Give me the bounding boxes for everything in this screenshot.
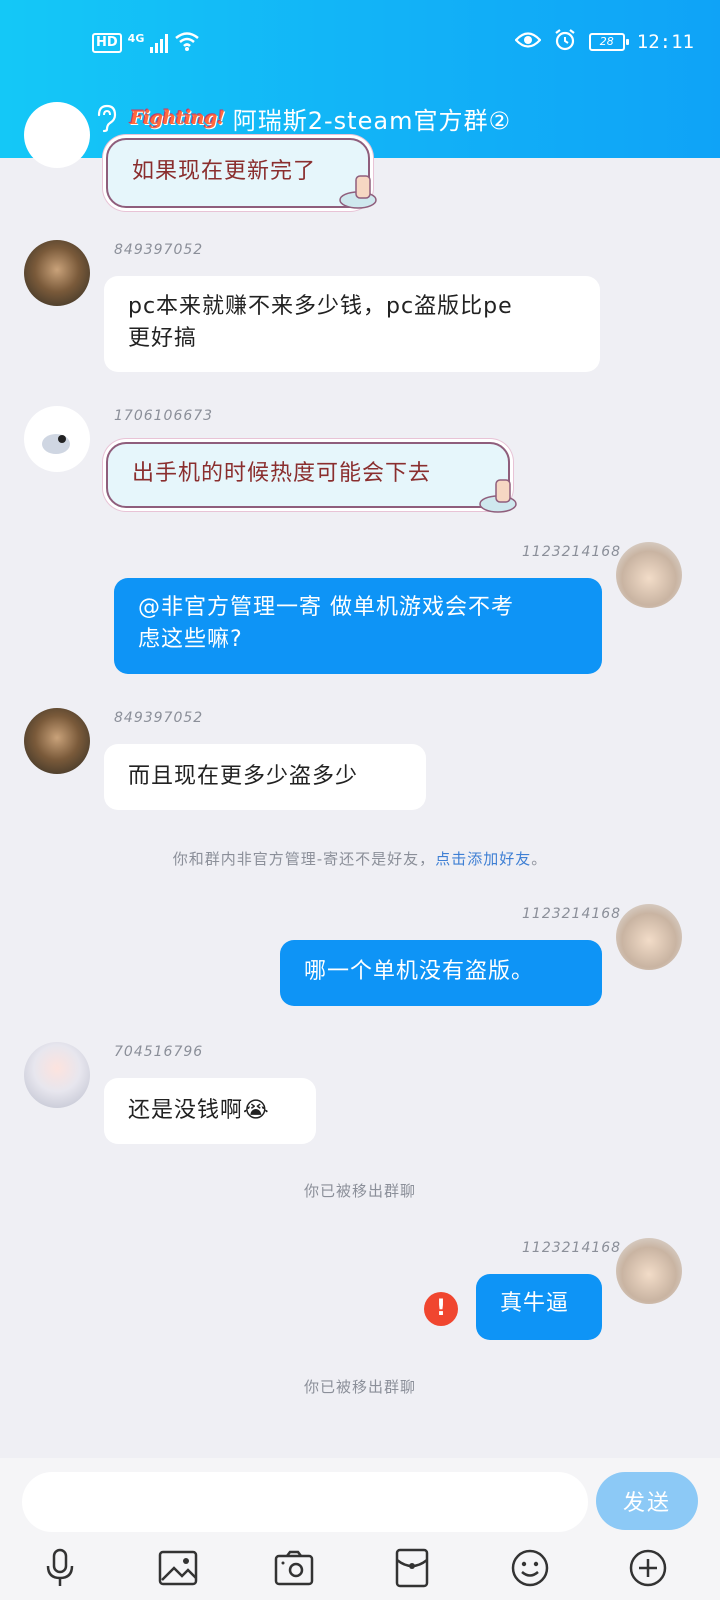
avatar[interactable] [24,102,90,168]
eye-icon [514,31,542,53]
microphone-icon[interactable] [38,1546,82,1590]
avatar-image [42,434,70,454]
system-notice: 你已被移出群聊 [303,1378,416,1396]
message-text: @非官方管理一寄 做单机游戏会不考 [138,595,514,620]
message-bubble[interactable]: 出手机的时候热度可能会下去 [106,442,510,508]
camera-icon[interactable] [272,1546,316,1590]
avatar[interactable] [24,406,90,472]
input-toolbar [0,1544,720,1600]
system-notice: 你和群内非官方管理-寄还不是好友，点击添加好友。 [0,848,720,869]
avatar[interactable] [616,904,682,970]
status-left: HD 4G [92,30,200,56]
sender-id: 704516796 [114,1044,204,1060]
message-bubble[interactable]: @非官方管理一寄 做单机游戏会不考 虑这些嘛? [114,578,602,674]
message-text: 而且现在更多少盗多少 [128,764,359,789]
avatar[interactable] [616,1238,682,1304]
sender-id: 1706106673 [114,408,214,424]
system-text: 你和群内非官方管理-寄还不是好友， [172,850,436,868]
avatar[interactable] [24,1042,90,1108]
sender-id: 849397052 [114,242,204,258]
battery-icon: 28 [588,33,629,51]
avatar[interactable] [24,240,90,306]
cup-decoration-icon [336,172,380,216]
message-text: 更好搞 [128,326,198,351]
message-input[interactable] [22,1472,588,1532]
message-text: pc本来就赚不来多少钱，pc盗版比pe [128,294,513,319]
group-name: 阿瑞斯2-steam官方群② [232,106,511,135]
system-suffix: 。 [531,850,548,868]
input-area: 发送 [0,1458,720,1600]
chat-header: HD 4G 28 12:11 Fighting! 阿瑞斯2-steam官方群② [0,0,720,158]
avatar[interactable] [24,708,90,774]
image-icon[interactable] [156,1546,200,1590]
sender-id: 849397052 [114,710,204,726]
status-bar: HD 4G 28 12:11 [0,0,720,88]
wifi-icon [174,30,200,56]
group-brand-badge: Fighting! [130,107,225,129]
system-notice: 你已被移出群聊 [303,1182,416,1200]
message-bubble[interactable]: 还是没钱啊😭 [104,1078,316,1144]
cup-decoration-icon [476,476,520,520]
message-bubble[interactable]: 而且现在更多少盗多少 [104,744,426,810]
message-text: 出手机的时候热度可能会下去 [132,461,432,486]
network-type: 4G [127,31,145,45]
sender-id: 1123214168 [522,1240,622,1256]
message-list[interactable]: 如果现在更新完了 849397052 pc本来就赚不来多少钱，pc盗版比pe 更… [0,102,720,1458]
message-text: 如果现在更新完了 [132,159,317,184]
emoji-icon[interactable] [508,1546,552,1590]
status-right: 28 12:11 [514,28,694,56]
sender-id: 1123214168 [522,544,622,560]
clock: 12:11 [636,31,694,53]
message-bubble[interactable]: 如果现在更新完了 [106,138,370,208]
avatar[interactable] [616,542,682,608]
ear-icon [94,103,122,133]
message-text: 真牛逼 [500,1291,570,1316]
hd-badge: HD [92,33,122,53]
message-bubble[interactable]: pc本来就赚不来多少钱，pc盗版比pe 更好搞 [104,276,600,372]
add-friend-link[interactable]: 点击添加好友 [435,850,531,868]
red-packet-icon[interactable] [390,1546,434,1590]
alarm-icon [553,28,577,56]
send-button[interactable]: 发送 [596,1472,698,1530]
send-failed-icon[interactable]: ! [424,1292,458,1326]
message-bubble[interactable]: 哪一个单机没有盗版。 [280,940,602,1006]
message-text: 虑这些嘛? [138,627,243,652]
chat-title[interactable]: Fighting! 阿瑞斯2-steam官方群② [94,98,511,138]
signal-icon [150,33,169,53]
plus-icon[interactable] [626,1546,670,1590]
message-bubble[interactable]: 真牛逼 [476,1274,602,1340]
sender-id: 1123214168 [522,906,622,922]
message-text: 还是没钱啊😭 [128,1098,270,1123]
message-text: 哪一个单机没有盗版。 [304,959,535,984]
